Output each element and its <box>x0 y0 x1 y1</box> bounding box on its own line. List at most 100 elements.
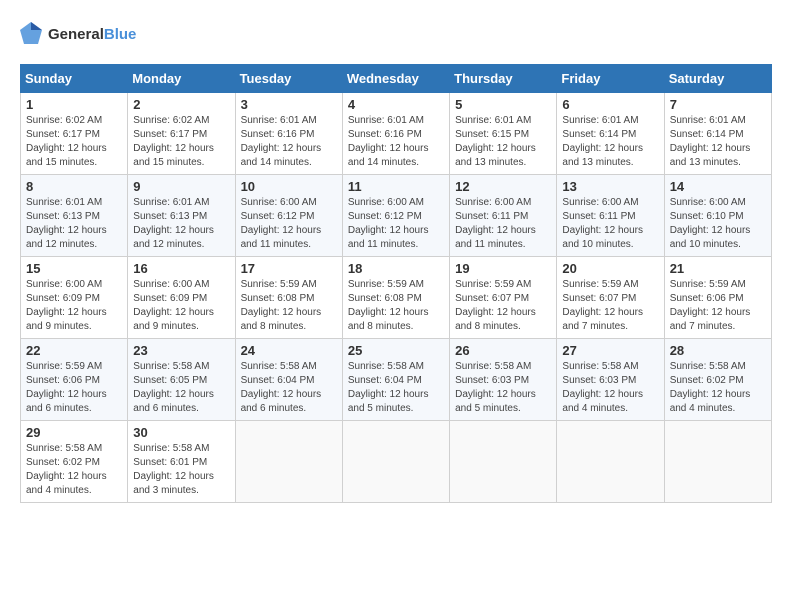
day-number: 21 <box>670 261 766 276</box>
day-info: Sunrise: 6:01 AM Sunset: 6:16 PM Dayligh… <box>348 114 444 170</box>
day-number: 8 <box>26 179 122 194</box>
calendar: SundayMondayTuesdayWednesdayThursdayFrid… <box>20 64 772 503</box>
weekday-header-thursday: Thursday <box>450 65 557 93</box>
day-info: Sunrise: 6:00 AM Sunset: 6:09 PM Dayligh… <box>133 278 229 334</box>
header: GeneralBlue <box>20 20 772 48</box>
day-info: Sunrise: 5:58 AM Sunset: 6:04 PM Dayligh… <box>241 360 337 416</box>
weekday-header-wednesday: Wednesday <box>342 65 449 93</box>
week-row-5: 29 Sunrise: 5:58 AM Sunset: 6:02 PM Dayl… <box>21 421 772 503</box>
day-number: 9 <box>133 179 229 194</box>
day-cell: 15 Sunrise: 6:00 AM Sunset: 6:09 PM Dayl… <box>21 257 128 339</box>
day-number: 19 <box>455 261 551 276</box>
logo-icon <box>20 20 42 48</box>
day-number: 15 <box>26 261 122 276</box>
day-number: 5 <box>455 97 551 112</box>
day-number: 16 <box>133 261 229 276</box>
day-info: Sunrise: 5:59 AM Sunset: 6:08 PM Dayligh… <box>241 278 337 334</box>
day-cell <box>664 421 771 503</box>
week-row-4: 22 Sunrise: 5:59 AM Sunset: 6:06 PM Dayl… <box>21 339 772 421</box>
day-cell <box>235 421 342 503</box>
week-row-2: 8 Sunrise: 6:01 AM Sunset: 6:13 PM Dayli… <box>21 175 772 257</box>
weekday-header-friday: Friday <box>557 65 664 93</box>
day-info: Sunrise: 5:59 AM Sunset: 6:07 PM Dayligh… <box>562 278 658 334</box>
week-row-3: 15 Sunrise: 6:00 AM Sunset: 6:09 PM Dayl… <box>21 257 772 339</box>
day-cell: 7 Sunrise: 6:01 AM Sunset: 6:14 PM Dayli… <box>664 93 771 175</box>
day-cell: 2 Sunrise: 6:02 AM Sunset: 6:17 PM Dayli… <box>128 93 235 175</box>
day-info: Sunrise: 5:58 AM Sunset: 6:03 PM Dayligh… <box>562 360 658 416</box>
day-info: Sunrise: 6:02 AM Sunset: 6:17 PM Dayligh… <box>133 114 229 170</box>
day-info: Sunrise: 6:01 AM Sunset: 6:14 PM Dayligh… <box>562 114 658 170</box>
day-number: 4 <box>348 97 444 112</box>
day-cell: 28 Sunrise: 5:58 AM Sunset: 6:02 PM Dayl… <box>664 339 771 421</box>
day-number: 25 <box>348 343 444 358</box>
day-number: 3 <box>241 97 337 112</box>
day-info: Sunrise: 6:00 AM Sunset: 6:09 PM Dayligh… <box>26 278 122 334</box>
day-number: 17 <box>241 261 337 276</box>
day-number: 29 <box>26 425 122 440</box>
weekday-header-monday: Monday <box>128 65 235 93</box>
day-number: 18 <box>348 261 444 276</box>
day-info: Sunrise: 6:00 AM Sunset: 6:12 PM Dayligh… <box>348 196 444 252</box>
day-number: 24 <box>241 343 337 358</box>
day-cell: 18 Sunrise: 5:59 AM Sunset: 6:08 PM Dayl… <box>342 257 449 339</box>
day-number: 12 <box>455 179 551 194</box>
logo-text: GeneralBlue <box>48 27 136 42</box>
day-cell: 6 Sunrise: 6:01 AM Sunset: 6:14 PM Dayli… <box>557 93 664 175</box>
day-cell: 26 Sunrise: 5:58 AM Sunset: 6:03 PM Dayl… <box>450 339 557 421</box>
day-number: 22 <box>26 343 122 358</box>
day-cell: 11 Sunrise: 6:00 AM Sunset: 6:12 PM Dayl… <box>342 175 449 257</box>
day-info: Sunrise: 6:01 AM Sunset: 6:13 PM Dayligh… <box>26 196 122 252</box>
day-info: Sunrise: 6:00 AM Sunset: 6:12 PM Dayligh… <box>241 196 337 252</box>
day-cell: 19 Sunrise: 5:59 AM Sunset: 6:07 PM Dayl… <box>450 257 557 339</box>
day-number: 30 <box>133 425 229 440</box>
day-cell: 1 Sunrise: 6:02 AM Sunset: 6:17 PM Dayli… <box>21 93 128 175</box>
day-info: Sunrise: 5:58 AM Sunset: 6:04 PM Dayligh… <box>348 360 444 416</box>
day-number: 7 <box>670 97 766 112</box>
day-cell: 21 Sunrise: 5:59 AM Sunset: 6:06 PM Dayl… <box>664 257 771 339</box>
day-number: 1 <box>26 97 122 112</box>
day-number: 10 <box>241 179 337 194</box>
day-cell: 8 Sunrise: 6:01 AM Sunset: 6:13 PM Dayli… <box>21 175 128 257</box>
weekday-header-sunday: Sunday <box>21 65 128 93</box>
day-number: 28 <box>670 343 766 358</box>
day-info: Sunrise: 5:59 AM Sunset: 6:06 PM Dayligh… <box>670 278 766 334</box>
day-info: Sunrise: 6:02 AM Sunset: 6:17 PM Dayligh… <box>26 114 122 170</box>
logo: GeneralBlue <box>20 20 136 48</box>
day-info: Sunrise: 6:01 AM Sunset: 6:16 PM Dayligh… <box>241 114 337 170</box>
day-cell: 25 Sunrise: 5:58 AM Sunset: 6:04 PM Dayl… <box>342 339 449 421</box>
day-cell: 30 Sunrise: 5:58 AM Sunset: 6:01 PM Dayl… <box>128 421 235 503</box>
day-cell: 14 Sunrise: 6:00 AM Sunset: 6:10 PM Dayl… <box>664 175 771 257</box>
day-info: Sunrise: 6:00 AM Sunset: 6:11 PM Dayligh… <box>562 196 658 252</box>
day-info: Sunrise: 5:58 AM Sunset: 6:02 PM Dayligh… <box>670 360 766 416</box>
day-number: 2 <box>133 97 229 112</box>
day-cell: 13 Sunrise: 6:00 AM Sunset: 6:11 PM Dayl… <box>557 175 664 257</box>
day-info: Sunrise: 6:00 AM Sunset: 6:10 PM Dayligh… <box>670 196 766 252</box>
day-info: Sunrise: 5:58 AM Sunset: 6:02 PM Dayligh… <box>26 442 122 498</box>
day-info: Sunrise: 6:00 AM Sunset: 6:11 PM Dayligh… <box>455 196 551 252</box>
day-cell: 17 Sunrise: 5:59 AM Sunset: 6:08 PM Dayl… <box>235 257 342 339</box>
day-cell: 22 Sunrise: 5:59 AM Sunset: 6:06 PM Dayl… <box>21 339 128 421</box>
day-info: Sunrise: 5:58 AM Sunset: 6:01 PM Dayligh… <box>133 442 229 498</box>
day-cell <box>342 421 449 503</box>
day-cell: 3 Sunrise: 6:01 AM Sunset: 6:16 PM Dayli… <box>235 93 342 175</box>
day-number: 13 <box>562 179 658 194</box>
day-cell: 23 Sunrise: 5:58 AM Sunset: 6:05 PM Dayl… <box>128 339 235 421</box>
day-cell: 10 Sunrise: 6:00 AM Sunset: 6:12 PM Dayl… <box>235 175 342 257</box>
day-cell <box>557 421 664 503</box>
day-cell: 5 Sunrise: 6:01 AM Sunset: 6:15 PM Dayli… <box>450 93 557 175</box>
day-cell: 16 Sunrise: 6:00 AM Sunset: 6:09 PM Dayl… <box>128 257 235 339</box>
day-number: 26 <box>455 343 551 358</box>
day-cell <box>450 421 557 503</box>
day-number: 27 <box>562 343 658 358</box>
week-row-1: 1 Sunrise: 6:02 AM Sunset: 6:17 PM Dayli… <box>21 93 772 175</box>
day-info: Sunrise: 5:59 AM Sunset: 6:07 PM Dayligh… <box>455 278 551 334</box>
day-info: Sunrise: 6:01 AM Sunset: 6:15 PM Dayligh… <box>455 114 551 170</box>
weekday-header-tuesday: Tuesday <box>235 65 342 93</box>
day-number: 14 <box>670 179 766 194</box>
day-info: Sunrise: 6:01 AM Sunset: 6:14 PM Dayligh… <box>670 114 766 170</box>
day-info: Sunrise: 5:58 AM Sunset: 6:03 PM Dayligh… <box>455 360 551 416</box>
day-info: Sunrise: 5:59 AM Sunset: 6:08 PM Dayligh… <box>348 278 444 334</box>
day-cell: 24 Sunrise: 5:58 AM Sunset: 6:04 PM Dayl… <box>235 339 342 421</box>
day-cell: 12 Sunrise: 6:00 AM Sunset: 6:11 PM Dayl… <box>450 175 557 257</box>
day-number: 23 <box>133 343 229 358</box>
